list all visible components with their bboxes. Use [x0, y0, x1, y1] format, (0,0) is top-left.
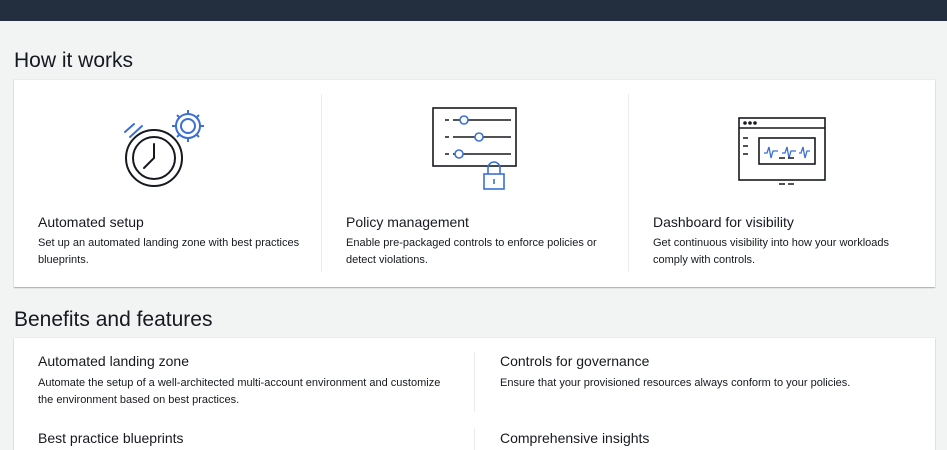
column-divider — [474, 428, 475, 450]
benefit-description: Ensure that your provisioned resources a… — [500, 377, 851, 389]
feature-title: Dashboard for visibility — [653, 214, 794, 230]
feature-title: Policy management — [346, 214, 469, 230]
how-it-works-card: Automated setup Set up an automated land… — [14, 80, 935, 287]
benefit-title: Automated landing zone — [38, 353, 189, 369]
automated-setup-icon — [122, 104, 212, 199]
feature-title: Automated setup — [38, 214, 144, 230]
policy-management-icon — [431, 106, 521, 199]
feature-description: Set up an automated landing zone with be… — [38, 237, 300, 266]
feature-description: Enable pre-packaged controls to enforce … — [346, 237, 597, 266]
how-it-works-heading: How it works — [14, 49, 134, 72]
benefits-heading: Benefits and features — [14, 308, 213, 331]
column-divider — [474, 352, 475, 412]
benefit-description: Automate the setup of a well-architected… — [38, 377, 441, 406]
column-divider — [628, 94, 629, 272]
column-divider — [321, 94, 322, 272]
benefit-title: Comprehensive insights — [500, 430, 650, 446]
benefit-title: Best practice blueprints — [38, 430, 184, 446]
benefit-title: Controls for governance — [500, 353, 650, 369]
feature-description: Get continuous visibility into how your … — [653, 237, 890, 266]
dashboard-icon — [737, 116, 827, 191]
benefits-card: Automated landing zone Automate the setu… — [14, 338, 935, 450]
top-navigation-bar — [0, 0, 947, 21]
